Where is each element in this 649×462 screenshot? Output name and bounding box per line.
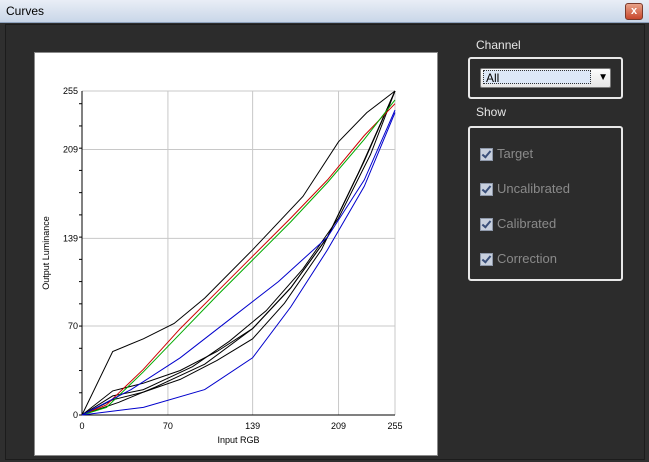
show-label: Show (476, 105, 507, 119)
x-tick-label-3: 209 (331, 421, 346, 431)
show-group: Target Uncalibrated Calibrated Correctio… (468, 126, 623, 281)
calibrated-checkbox-label: Calibrated (497, 216, 557, 231)
x-axis-label: Input RGB (217, 435, 259, 445)
correction-checkbox[interactable] (480, 253, 493, 266)
window-title: Curves (6, 4, 45, 18)
y-tick-label-2: 139 (63, 233, 78, 243)
curve-series-4 (81, 90, 396, 416)
curves-window: Curves x 0 70 139 209 255 0 70 139 209 255 Input R… (0, 0, 649, 462)
curves-chart: 0 70 139 209 255 0 70 139 209 255 Input RGB Output … (41, 86, 403, 445)
client-area: 0 70 139 209 255 0 70 139 209 255 Input RGB Output … (5, 24, 645, 460)
x-tick-label-0: 0 (79, 421, 84, 431)
channel-label: Channel (476, 38, 521, 52)
curve-series-5 (81, 103, 396, 416)
channel-group: All ▼ (468, 57, 623, 99)
uncalibrated-checkbox[interactable] (480, 183, 493, 196)
y-tick-label-4: 255 (63, 86, 78, 96)
curve-series-2 (81, 90, 396, 416)
y-axis-label: Output Luminance (41, 216, 51, 290)
correction-checkbox-label: Correction (497, 251, 557, 266)
x-tick-label-1: 70 (163, 421, 173, 431)
y-tick-label-1: 70 (68, 321, 78, 331)
channel-select-value: All (483, 70, 591, 85)
curve-series-1 (81, 90, 396, 416)
close-button[interactable]: x (625, 3, 643, 20)
calibrated-checkbox[interactable] (480, 218, 493, 231)
curves-plot-panel: 0 70 139 209 255 0 70 139 209 255 Input RGB Output … (34, 52, 438, 456)
y-tick-label-0: 0 (73, 410, 78, 420)
channel-select[interactable]: All ▼ (480, 68, 611, 88)
x-tick-label-2: 139 (245, 421, 260, 431)
uncalibrated-checkbox-label: Uncalibrated (497, 181, 570, 196)
y-tick-label-3: 209 (63, 144, 78, 154)
curve-series-0 (81, 90, 396, 416)
target-checkbox[interactable] (480, 148, 493, 161)
chevron-down-icon[interactable]: ▼ (598, 69, 608, 87)
target-checkbox-label: Target (497, 146, 534, 161)
curve-series-3 (81, 90, 396, 416)
title-bar[interactable]: Curves x (0, 0, 649, 23)
x-tick-label-4: 255 (387, 421, 402, 431)
